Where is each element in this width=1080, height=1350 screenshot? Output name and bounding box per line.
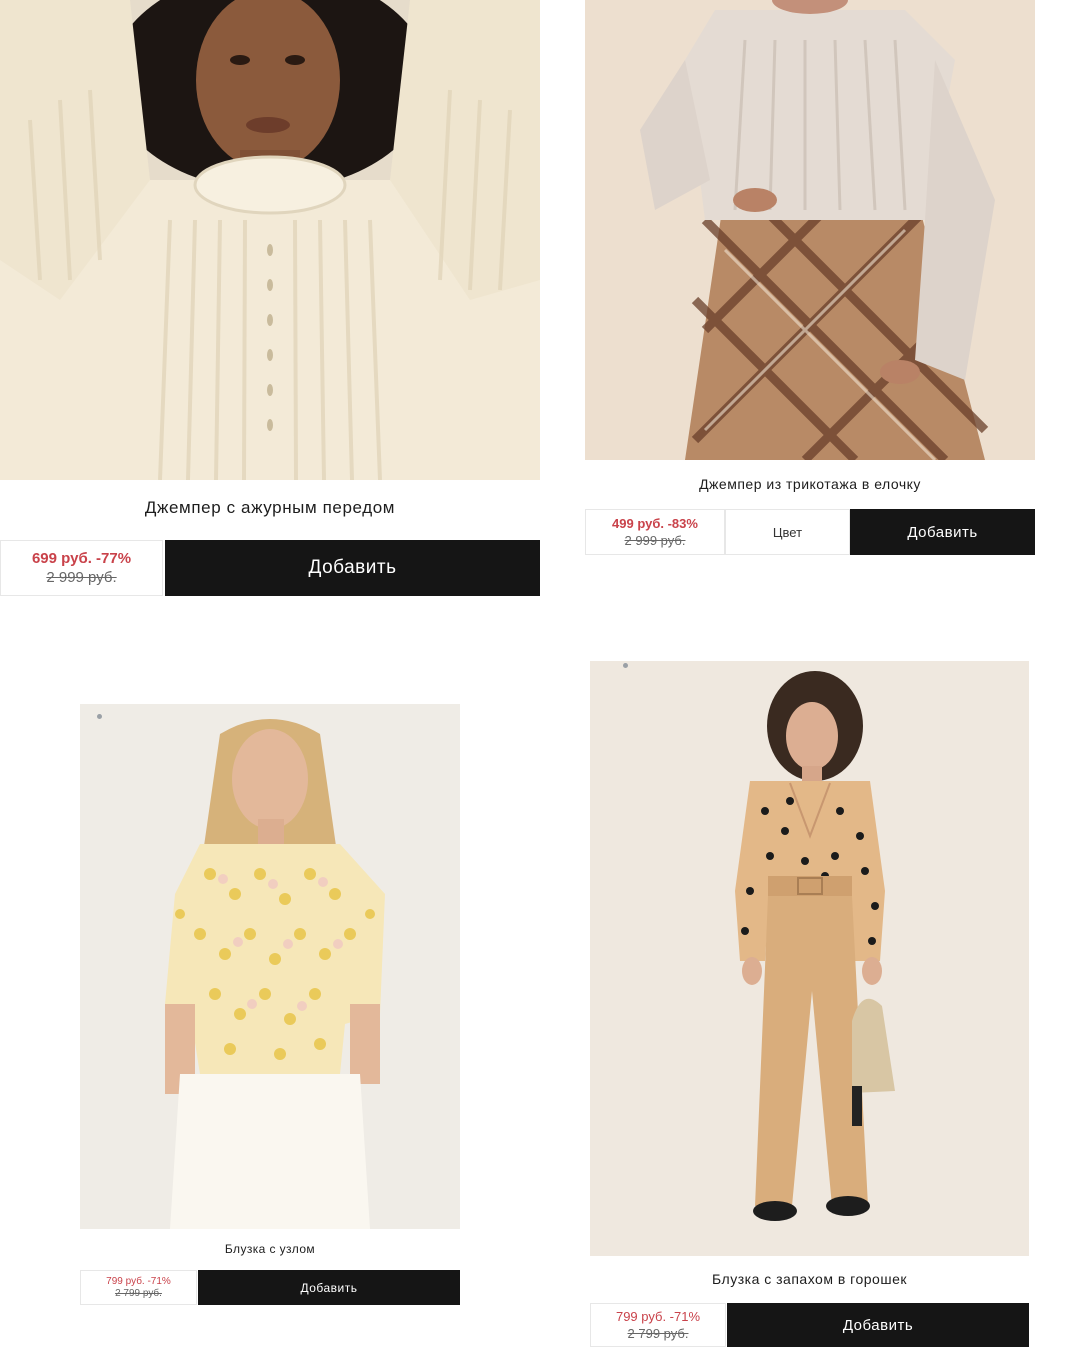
image-indicator-dot (97, 714, 102, 719)
add-to-cart-button[interactable]: Добавить (165, 540, 540, 596)
sale-price: 799 руб. -71% (615, 1309, 701, 1324)
price-block: 499 руб. -83% 2 999 руб. (585, 509, 725, 555)
original-price: 2 999 руб. (624, 533, 686, 548)
price-block: 799 руб. -71% 2 799 руб. (590, 1303, 726, 1347)
product-image-printed-blouse[interactable] (80, 704, 460, 1229)
polka-dot-blouse-photo (590, 661, 1029, 1256)
original-price: 2 799 руб. (115, 1288, 162, 1299)
product-image-sweater-plaid-skirt[interactable] (585, 0, 1035, 460)
price-block: 699 руб. -77% 2 999 руб. (0, 540, 163, 596)
add-to-cart-button[interactable]: Добавить (727, 1303, 1029, 1347)
product-title[interactable]: Джемпер с ажурным передом (0, 498, 540, 518)
color-select-button[interactable]: Цвет (725, 509, 850, 555)
original-price: 2 999 руб. (46, 569, 117, 586)
sale-price: 499 руб. -83% (612, 516, 698, 531)
add-to-cart-button[interactable]: Добавить (198, 1270, 460, 1305)
product-image-polka-dot-blouse[interactable] (590, 661, 1029, 1256)
product-image-knit-sweater[interactable] (0, 0, 540, 480)
sweater-plaid-skirt-photo (585, 0, 1035, 460)
product-title[interactable]: Блузка с узлом (80, 1242, 460, 1256)
knit-sweater-photo (0, 0, 540, 480)
image-indicator-dot (623, 663, 628, 668)
original-price: 2 799 руб. (627, 1326, 689, 1341)
sale-price: 799 руб. -71% (106, 1276, 171, 1287)
product-title[interactable]: Джемпер из трикотажа в елочку (585, 476, 1035, 492)
product-title[interactable]: Блузка с запахом в горошек (590, 1271, 1029, 1287)
printed-blouse-photo (80, 704, 460, 1229)
sale-price: 699 руб. -77% (31, 550, 132, 567)
add-to-cart-button[interactable]: Добавить (850, 509, 1035, 555)
price-block: 799 руб. -71% 2 799 руб. (80, 1270, 197, 1305)
